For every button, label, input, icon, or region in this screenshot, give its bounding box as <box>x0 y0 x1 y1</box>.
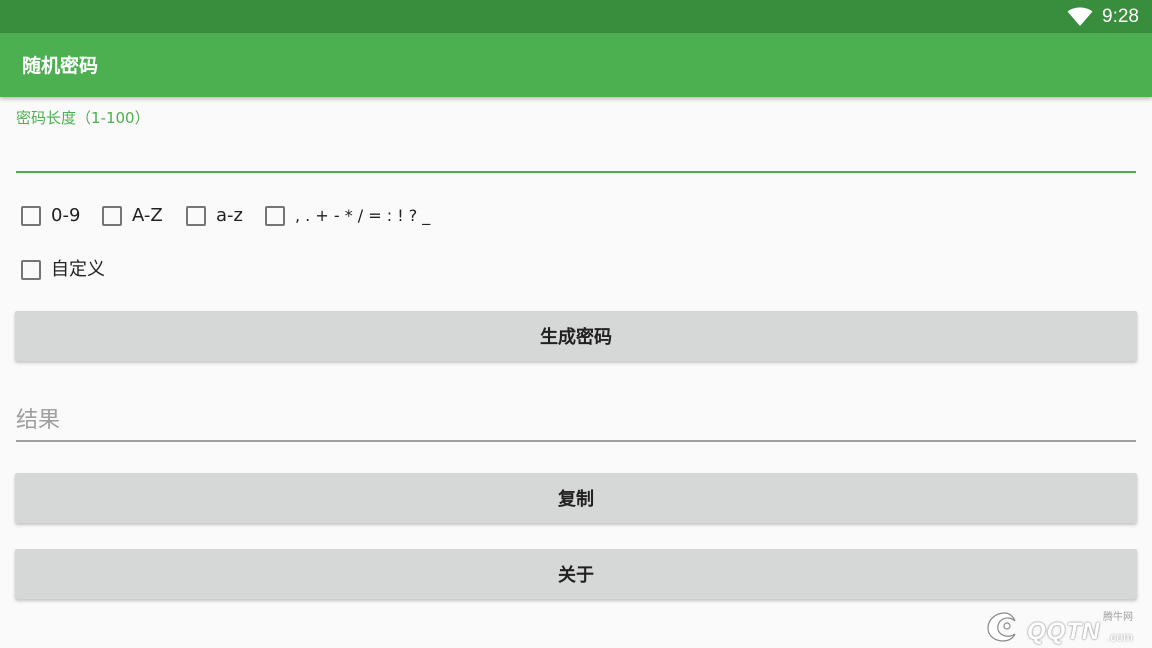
checkbox-custom[interactable]: 自定义 <box>21 255 105 285</box>
wifi-icon <box>1067 7 1093 26</box>
checkbox-digits-label: 0-9 <box>51 205 81 226</box>
checkbox-symbols[interactable]: , . + - * / = : ! ? _ <box>265 201 430 231</box>
app-bar: 随机密码 <box>0 33 1152 97</box>
checkbox-lowercase[interactable]: a-z <box>186 201 243 231</box>
watermark: 腾牛网 QQTN .com <box>985 606 1145 646</box>
watermark-brand-text: QQTN <box>1027 618 1101 645</box>
generate-password-button[interactable]: 生成密码 <box>15 311 1137 361</box>
password-length-input[interactable] <box>16 133 1136 173</box>
checkbox-unchecked-icon[interactable] <box>186 206 206 226</box>
checkbox-digits[interactable]: 0-9 <box>21 201 80 231</box>
checkbox-lowercase-label: a-z <box>216 205 243 226</box>
result-field[interactable] <box>16 400 1136 442</box>
status-bar: 9:28 <box>0 0 1152 33</box>
checkbox-uppercase[interactable]: A-Z <box>102 201 163 231</box>
copy-button[interactable]: 复制 <box>15 473 1137 523</box>
checkbox-unchecked-icon[interactable] <box>265 206 285 226</box>
app-title: 随机密码 <box>22 55 99 77</box>
checkbox-unchecked-icon[interactable] <box>21 260 41 280</box>
checkbox-uppercase-label: A-Z <box>132 205 163 226</box>
checkbox-unchecked-icon[interactable] <box>102 206 122 226</box>
about-button[interactable]: 关于 <box>15 549 1137 599</box>
checkbox-custom-label: 自定义 <box>51 259 105 280</box>
password-length-label: 密码长度（1-100） <box>16 109 150 127</box>
watermark-logo-icon <box>987 612 1016 642</box>
checkbox-unchecked-icon[interactable] <box>21 206 41 226</box>
watermark-suffix-text: .com <box>1107 630 1134 644</box>
checkbox-symbols-label: , . + - * / = : ! ? _ <box>295 206 431 225</box>
status-time: 9:28 <box>1102 6 1139 27</box>
watermark-small-text: 腾牛网 <box>1103 612 1133 623</box>
